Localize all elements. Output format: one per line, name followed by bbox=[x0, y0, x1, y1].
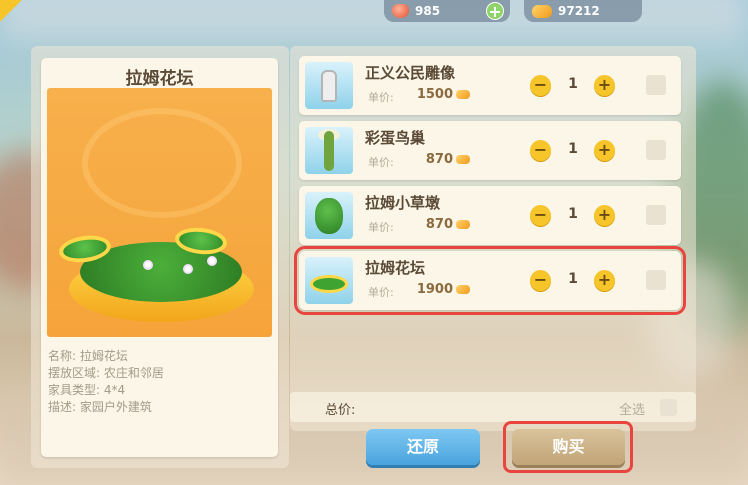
qty-value: 1 bbox=[568, 141, 578, 157]
coin-icon bbox=[456, 155, 470, 164]
gem-balance: 985 + bbox=[384, 0, 510, 22]
info-value: 农庄和邻居 bbox=[103, 366, 164, 380]
cart-item-selected[interactable]: 拉姆花坛 单价: 1900 − 1 + bbox=[294, 246, 686, 315]
preview-halo bbox=[82, 108, 242, 218]
item-info: 名称: 拉姆花坛 摆放区域: 农庄和邻居 家具类型: 4*4 描述: 家园户外建… bbox=[48, 348, 164, 416]
item-preview-image bbox=[47, 88, 272, 337]
coin-icon bbox=[532, 4, 552, 18]
flower-icon bbox=[183, 264, 193, 274]
increase-qty-button[interactable]: + bbox=[594, 270, 615, 291]
cart-item[interactable]: 正义公民雕像 单价: 1500 − 1 + bbox=[299, 56, 681, 115]
flower-icon bbox=[207, 256, 217, 266]
info-row-area: 摆放区域: 农庄和邻居 bbox=[48, 365, 164, 382]
statue-icon bbox=[305, 62, 353, 109]
item-price: 870 bbox=[425, 152, 453, 167]
price-label: 单价: bbox=[368, 286, 394, 299]
corner-tab bbox=[0, 0, 22, 22]
price-label: 单价: bbox=[368, 91, 394, 104]
item-price: 870 bbox=[425, 217, 453, 232]
qty-value: 1 bbox=[568, 76, 578, 92]
item-price: 1500 bbox=[416, 87, 453, 102]
item-price: 1900 bbox=[416, 282, 453, 297]
cart-item[interactable]: 拉姆小草墩 单价: 870 − 1 + bbox=[299, 186, 681, 245]
info-label: 家具类型: bbox=[48, 383, 101, 397]
detail-title: 拉姆花坛 bbox=[125, 69, 194, 89]
coin-balance: 97212 bbox=[524, 0, 642, 22]
info-label: 名称: bbox=[48, 349, 77, 363]
decrease-qty-button[interactable]: − bbox=[530, 270, 551, 291]
info-row-name: 名称: 拉姆花坛 bbox=[48, 348, 164, 365]
info-label: 摆放区域: bbox=[48, 366, 101, 380]
price-label: 单价: bbox=[368, 156, 394, 169]
item-checkbox[interactable] bbox=[646, 205, 666, 225]
egg-nest-icon bbox=[305, 127, 353, 174]
info-value: 家园户外建筑 bbox=[79, 400, 152, 414]
add-gems-button[interactable]: + bbox=[486, 2, 504, 21]
qty-value: 1 bbox=[568, 271, 578, 287]
total-price-label: 总价: bbox=[325, 403, 356, 418]
decrease-qty-button[interactable]: − bbox=[530, 140, 551, 161]
item-checkbox[interactable] bbox=[646, 75, 666, 95]
select-all-label[interactable]: 全选 bbox=[619, 399, 645, 418]
cart-item[interactable]: 彩蛋鸟巢 单价: 870 − 1 + bbox=[299, 121, 681, 180]
gem-amount: 985 bbox=[415, 4, 441, 18]
info-row-desc: 描述: 家园户外建筑 bbox=[48, 399, 164, 416]
increase-qty-button[interactable]: + bbox=[594, 205, 615, 226]
item-name: 彩蛋鸟巢 bbox=[365, 129, 426, 147]
flower-bed-icon bbox=[305, 257, 353, 304]
detail-card: 拉姆花坛 名称: 拉姆花坛 摆放区域: 农庄和邻居 家具类型: 4*4 描述: … bbox=[41, 58, 278, 457]
coin-icon bbox=[456, 90, 470, 99]
increase-qty-button[interactable]: + bbox=[594, 75, 615, 96]
gem-icon bbox=[392, 4, 409, 18]
item-name: 拉姆小草墩 bbox=[365, 194, 441, 212]
info-value: 拉姆花坛 bbox=[79, 349, 128, 363]
coin-icon bbox=[456, 220, 470, 229]
info-row-type: 家具类型: 4*4 bbox=[48, 382, 164, 399]
coin-amount: 97212 bbox=[558, 4, 600, 18]
summary-bar: 总价: 全选 bbox=[290, 392, 696, 422]
decrease-qty-button[interactable]: − bbox=[530, 75, 551, 96]
info-value: 4*4 bbox=[103, 383, 126, 397]
qty-value: 1 bbox=[568, 206, 578, 222]
increase-qty-button[interactable]: + bbox=[594, 140, 615, 161]
item-checkbox[interactable] bbox=[646, 140, 666, 160]
info-label: 描述: bbox=[48, 400, 77, 414]
flower-icon bbox=[143, 260, 153, 270]
price-label: 单价: bbox=[368, 221, 394, 234]
item-checkbox[interactable] bbox=[646, 270, 666, 290]
item-name: 正义公民雕像 bbox=[365, 64, 456, 82]
grass-stool-icon bbox=[305, 192, 353, 239]
reset-button[interactable]: 还原 bbox=[366, 429, 480, 465]
select-all-checkbox[interactable] bbox=[660, 399, 677, 416]
buy-button[interactable]: 购买 bbox=[512, 429, 625, 465]
decrease-qty-button[interactable]: − bbox=[530, 205, 551, 226]
coin-icon bbox=[456, 285, 470, 294]
item-name: 拉姆花坛 bbox=[365, 259, 426, 277]
